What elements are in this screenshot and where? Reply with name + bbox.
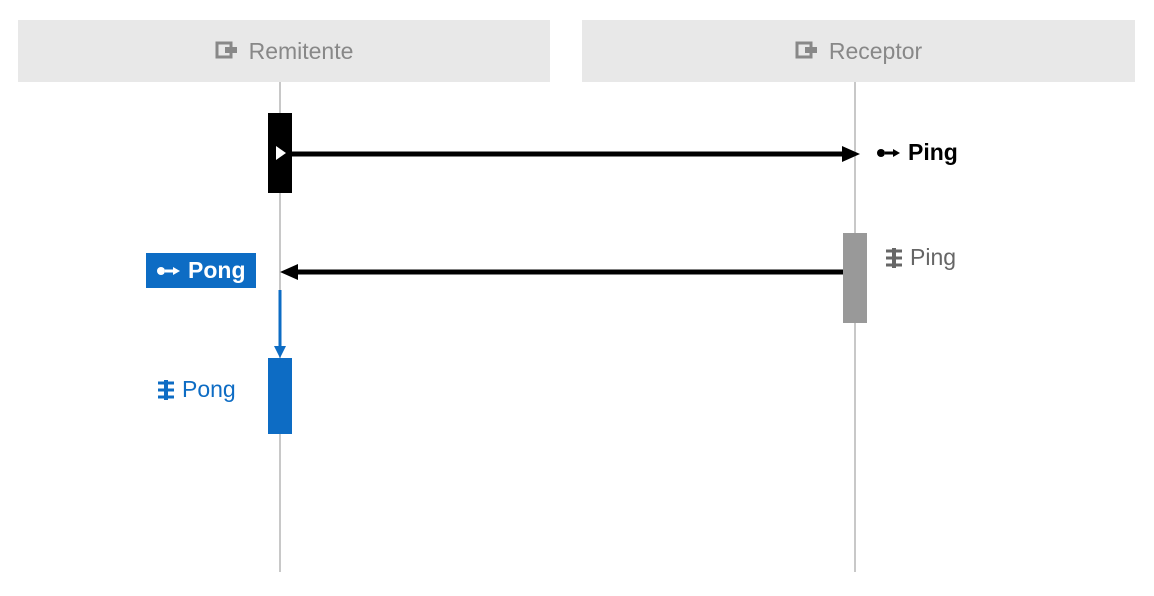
message-label-ping-send: Ping <box>876 139 958 166</box>
send-icon <box>156 264 180 278</box>
message-label-pong-send: Pong <box>146 253 256 288</box>
message-label-ping-recv: Ping <box>886 244 956 271</box>
participant-icon <box>795 41 819 61</box>
activation-sender-1 <box>268 113 292 193</box>
message-label-pong-recv: Pong <box>158 376 236 403</box>
participant-header-left: Remitente <box>18 20 550 82</box>
message-text: Ping <box>910 244 956 271</box>
handle-icon <box>886 248 902 268</box>
send-icon <box>876 146 900 160</box>
participant-header-right: Receptor <box>582 20 1135 82</box>
message-text: Pong <box>188 257 246 284</box>
activation-receiver <box>843 233 867 323</box>
self-arrow <box>272 290 288 360</box>
message-arrow-pong <box>280 264 845 280</box>
message-text: Ping <box>908 139 958 166</box>
participant-icon <box>215 41 239 61</box>
message-arrow-ping <box>292 146 862 162</box>
participant-label-left: Remitente <box>249 38 354 65</box>
handle-icon <box>158 380 174 400</box>
activation-sender-2 <box>268 358 292 434</box>
participant-label-right: Receptor <box>829 38 922 65</box>
message-text: Pong <box>182 376 236 403</box>
